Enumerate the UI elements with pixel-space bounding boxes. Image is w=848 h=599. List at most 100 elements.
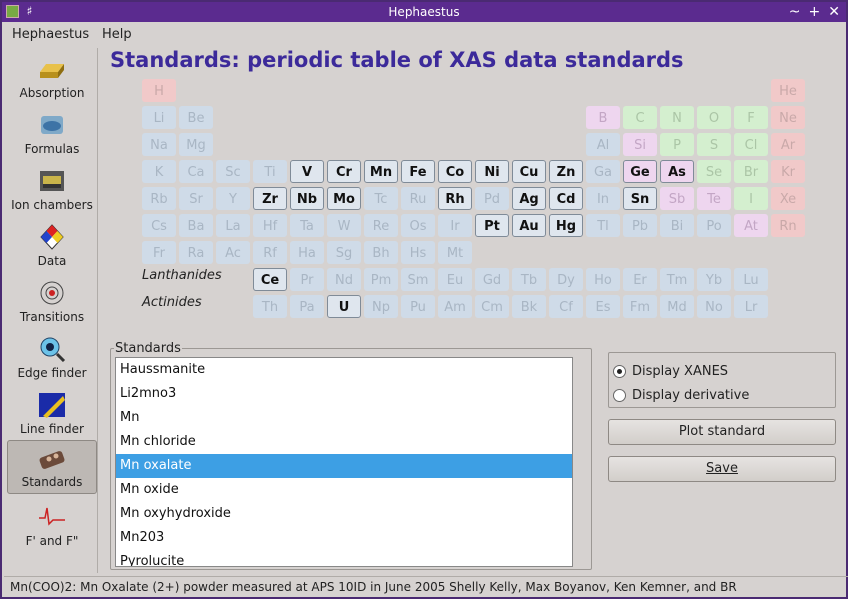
- element-mo[interactable]: Mo: [327, 187, 361, 210]
- save-button[interactable]: Save: [608, 456, 836, 482]
- element-as[interactable]: As: [660, 160, 694, 183]
- element-tm: Tm: [660, 268, 694, 291]
- close-icon[interactable]: ✕: [828, 2, 840, 22]
- element-tc: Tc: [364, 187, 398, 210]
- list-item[interactable]: Pyrolucite: [116, 550, 572, 566]
- element-ni[interactable]: Ni: [475, 160, 509, 183]
- sidebar-item-edge-finder[interactable]: Edge finder: [7, 332, 97, 386]
- element-pb: Pb: [623, 214, 657, 237]
- list-item[interactable]: Haussmanite: [116, 358, 572, 382]
- element-li: Li: [142, 106, 176, 129]
- sticky-icon[interactable]: ♯: [23, 5, 36, 18]
- element-cf: Cf: [549, 295, 583, 318]
- standards-group: Standards Haussmanite Li2mno3 Mn Mn chlorid…: [110, 341, 592, 570]
- sidebar-label: Absorption: [19, 86, 85, 100]
- element-hs: Hs: [401, 241, 435, 264]
- main-panel: Standards: periodic table of XAS data st…: [100, 46, 848, 576]
- sidebar-item-line-finder[interactable]: Line finder: [7, 388, 97, 442]
- element-es: Es: [586, 295, 620, 318]
- list-item[interactable]: Mn chloride: [116, 430, 572, 454]
- atom-icon: [37, 280, 67, 306]
- element-i: I: [734, 187, 768, 210]
- standards-list[interactable]: Haussmanite Li2mno3 Mn Mn chloride Mn oxalat…: [115, 357, 573, 567]
- element-ha: Ha: [290, 241, 324, 264]
- list-item[interactable]: Mn: [116, 406, 572, 430]
- sidebar-item-data[interactable]: Data: [7, 220, 97, 274]
- sidebar-label: Edge finder: [17, 366, 87, 380]
- element-ta: Ta: [290, 214, 324, 237]
- element-au[interactable]: Au: [512, 214, 546, 237]
- element-p: P: [660, 133, 694, 156]
- sidebar-label: Transitions: [19, 310, 85, 324]
- menu-hephaestus[interactable]: Hephaestus: [12, 27, 89, 42]
- element-he: He: [771, 79, 805, 102]
- element-cr[interactable]: Cr: [327, 160, 361, 183]
- element-am: Am: [438, 295, 472, 318]
- list-item[interactable]: Li2mno3: [116, 382, 572, 406]
- element-sn[interactable]: Sn: [623, 187, 657, 210]
- element-sb: Sb: [660, 187, 694, 210]
- element-h: H: [142, 79, 176, 102]
- page-title: Standards: periodic table of XAS data st…: [110, 48, 684, 72]
- element-hf: Hf: [253, 214, 287, 237]
- element-nb[interactable]: Nb: [290, 187, 324, 210]
- display-derivative-radio[interactable]: Display derivative: [613, 388, 749, 403]
- sidebar-label: F' and F": [25, 534, 79, 548]
- list-item[interactable]: Mn203: [116, 526, 572, 550]
- element-ag[interactable]: Ag: [512, 187, 546, 210]
- radio-on-icon: [613, 365, 626, 378]
- element-mn[interactable]: Mn: [364, 160, 398, 183]
- element-zn[interactable]: Zn: [549, 160, 583, 183]
- element-ge[interactable]: Ge: [623, 160, 657, 183]
- element-cu[interactable]: Cu: [512, 160, 546, 183]
- standards-scrollbar[interactable]: ▲ ▼: [572, 357, 573, 567]
- element-co[interactable]: Co: [438, 160, 472, 183]
- element-ba: Ba: [179, 214, 213, 237]
- element-v[interactable]: V: [290, 160, 324, 183]
- element-hg[interactable]: Hg: [549, 214, 583, 237]
- element-md: Md: [660, 295, 694, 318]
- list-item[interactable]: Mn oxide: [116, 478, 572, 502]
- element-kr: Kr: [771, 160, 805, 183]
- plot-standard-button[interactable]: Plot standard: [608, 419, 836, 445]
- element-zr[interactable]: Zr: [253, 187, 287, 210]
- element-bh: Bh: [364, 241, 398, 264]
- lanthanides-label: Lanthanides: [142, 268, 222, 283]
- element-tb: Tb: [512, 268, 546, 291]
- element-n: N: [660, 106, 694, 129]
- element-sg: Sg: [327, 241, 361, 264]
- element-np: Np: [364, 295, 398, 318]
- sidebar-item-transitions[interactable]: Transitions: [7, 276, 97, 330]
- minimize-icon[interactable]: ~: [789, 2, 801, 22]
- sidebar-item-absorption[interactable]: Absorption: [7, 52, 97, 106]
- display-options: Display XANES Display derivative: [608, 352, 836, 408]
- element-at: At: [734, 214, 768, 237]
- element-cd[interactable]: Cd: [549, 187, 583, 210]
- app-window: ♯ Hephaestus ~ + ✕ Hephaestus Help Absor…: [0, 0, 848, 599]
- maximize-icon[interactable]: +: [809, 2, 821, 22]
- element-os: Os: [401, 214, 435, 237]
- element-u[interactable]: U: [327, 295, 361, 318]
- menu-help[interactable]: Help: [102, 27, 132, 42]
- list-item[interactable]: Mn oxyhydroxide: [116, 502, 572, 526]
- sidebar-item-ion-chambers[interactable]: Ion chambers: [7, 164, 97, 218]
- element-pt[interactable]: Pt: [475, 214, 509, 237]
- app-icon: [6, 5, 19, 18]
- element-fe[interactable]: Fe: [401, 160, 435, 183]
- element-er: Er: [623, 268, 657, 291]
- sidebar-item-f-prime[interactable]: F' and F": [7, 500, 97, 554]
- sidebar-item-formulas[interactable]: Formulas: [7, 108, 97, 162]
- sidebar-item-standards[interactable]: Standards: [7, 440, 97, 494]
- element-pd: Pd: [475, 187, 509, 210]
- element-ce[interactable]: Ce: [253, 268, 287, 291]
- element-be: Be: [179, 106, 213, 129]
- list-item[interactable]: Mn oxalate: [116, 454, 572, 478]
- element-rh[interactable]: Rh: [438, 187, 472, 210]
- display-xanes-radio[interactable]: Display XANES: [613, 364, 728, 379]
- element-k: K: [142, 160, 176, 183]
- element-th: Th: [253, 295, 287, 318]
- standards-group-label: Standards: [114, 341, 182, 356]
- element-rb: Rb: [142, 187, 176, 210]
- element-b: B: [586, 106, 620, 129]
- element-sr: Sr: [179, 187, 213, 210]
